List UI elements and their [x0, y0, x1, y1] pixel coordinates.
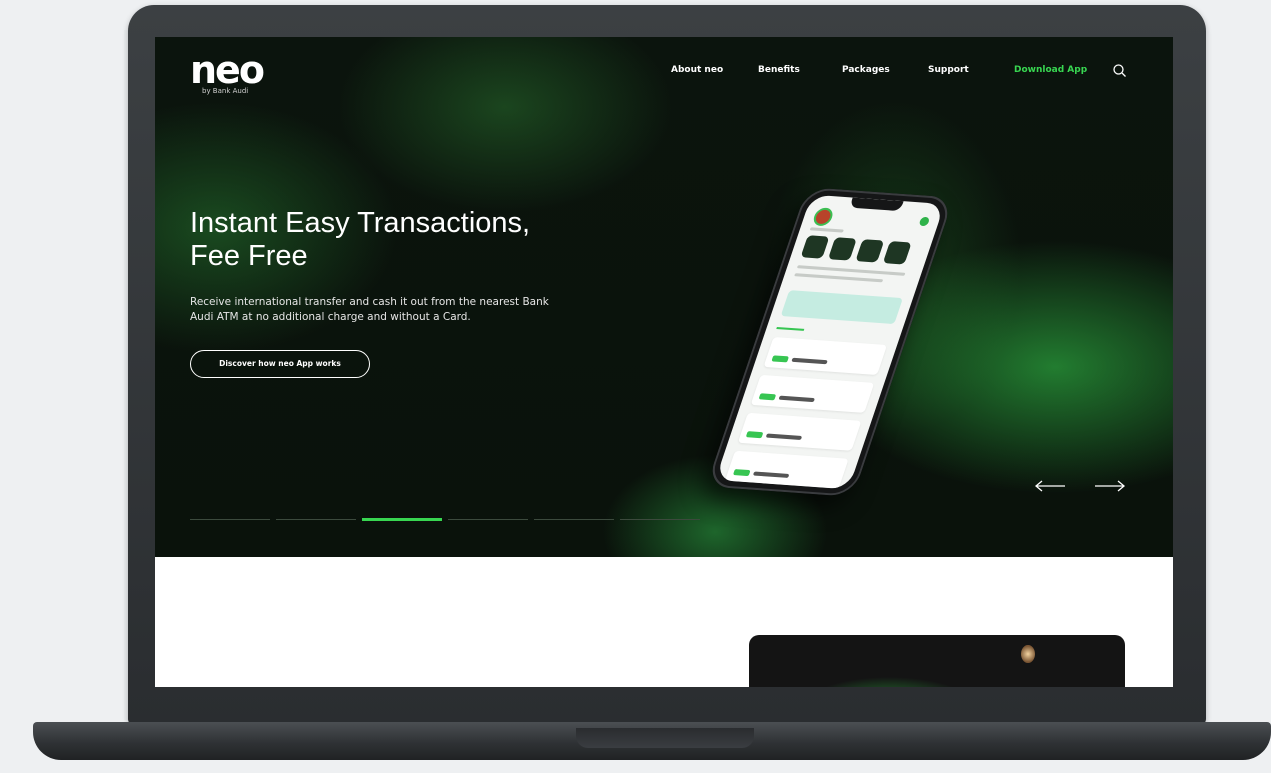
phone-action-tile	[855, 239, 885, 263]
video-preview-card[interactable]	[749, 635, 1125, 687]
phone-active-tab	[776, 326, 805, 331]
phone-account-card	[725, 450, 849, 489]
phone-quick-actions	[800, 235, 922, 265]
phone-account-card	[750, 374, 875, 413]
phone-app-screen	[715, 194, 945, 490]
slide-indicator[interactable]	[362, 518, 442, 521]
nav-support[interactable]: Support	[928, 65, 969, 75]
phone-promo-banner	[780, 290, 903, 325]
discover-app-button[interactable]: Discover how neo App works	[190, 350, 370, 378]
laptop-hinge	[576, 728, 754, 748]
video-thumbnail-light	[1021, 645, 1035, 663]
slide-indicator[interactable]	[534, 519, 614, 520]
laptop-screen: neo by Bank Audi About neo Benefits Pack…	[155, 37, 1173, 687]
nav-packages[interactable]: Packages	[842, 65, 890, 75]
hero-headline-line-2: Fee Free	[190, 240, 308, 272]
arrow-right-icon[interactable]	[1093, 477, 1127, 495]
phone-avatar	[811, 207, 835, 227]
phone-account-card	[763, 336, 888, 375]
hero-description: Receive international transfer and cash …	[190, 295, 630, 325]
phone-action-tile	[827, 237, 857, 261]
main-nav: About neo Benefits Packages Support Down…	[155, 65, 1173, 85]
search-icon[interactable]	[1112, 63, 1128, 79]
phone-text-line	[794, 273, 884, 283]
hero-headline: Instant Easy Transactions, Fee Free	[190, 207, 690, 273]
phone-account-card	[737, 412, 862, 451]
slide-indicator[interactable]	[448, 519, 528, 520]
hero-description-line-1: Receive international transfer and cash …	[190, 296, 549, 308]
phone-action-tile	[882, 241, 912, 265]
nav-benefits[interactable]: Benefits	[758, 65, 800, 75]
phone-action-icon	[918, 216, 931, 227]
nav-about-neo[interactable]: About neo	[671, 65, 723, 75]
slide-indicator[interactable]	[190, 519, 270, 520]
slide-indicator[interactable]	[620, 519, 700, 520]
phone-mockup	[706, 187, 954, 497]
slide-indicator[interactable]	[276, 519, 356, 520]
hero-headline-line-1: Instant Easy Transactions,	[190, 207, 531, 239]
arrow-left-icon[interactable]	[1033, 477, 1067, 495]
phone-action-tile	[800, 235, 830, 259]
phone-text-line	[809, 227, 844, 233]
hero-section: neo by Bank Audi About neo Benefits Pack…	[155, 37, 1173, 557]
slide-progress	[190, 518, 700, 522]
phone-notch	[849, 197, 904, 212]
hero-description-line-2: Audi ATM at no additional charge and wit…	[190, 311, 471, 323]
nav-download-app[interactable]: Download App	[1014, 65, 1087, 75]
